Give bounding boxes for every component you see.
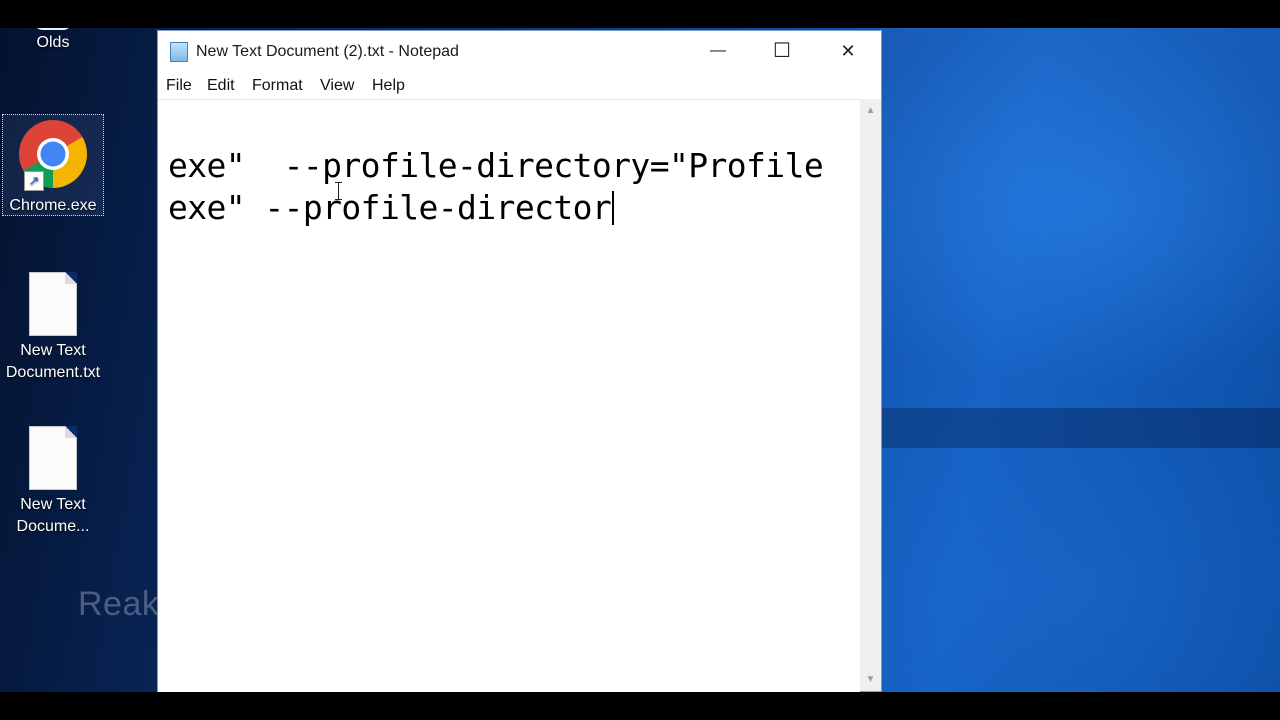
wallpaper-light-beam [880,28,1280,692]
menu-view[interactable]: View [320,77,354,95]
editor-line-text: exe" --profile-directory="Profile [168,146,824,185]
desktop-icon-label-line2: Document.txt [5,364,101,381]
desktop-icon-label-line1: New Text [20,342,86,359]
notepad-window[interactable]: New Text Document (2).txt - Notepad — ☐ … [157,30,882,692]
wallpaper-band [880,408,1280,448]
desktop-icon-label-line2: Docume... [16,518,90,535]
editor-line-text: exe" --profile-director [168,188,612,227]
vertical-scrollbar[interactable]: ▲ ▼ [860,99,881,691]
text-caret [612,191,615,225]
desktop-icon-new-text-document[interactable]: New Text Document.txt [3,272,103,384]
minimize-button[interactable]: — [686,31,750,71]
window-title: New Text Document (2).txt - Notepad [196,43,459,60]
text-file-icon [29,272,77,336]
ibeam-cursor-icon [335,182,342,200]
title-bar[interactable]: New Text Document (2).txt - Notepad — ☐ … [158,31,881,73]
menu-edit[interactable]: Edit [207,77,235,95]
menu-format[interactable]: Format [252,77,303,95]
close-button[interactable]: ✕ [816,31,880,71]
folder-icon [33,28,73,30]
desktop-icon-label: Chrome.exe [9,197,97,214]
editor-line: exe" --profile-director [168,188,615,227]
notepad-icon [170,42,188,62]
desktop-icon-label-line1: New Text [20,496,86,513]
text-file-icon [29,426,77,490]
menu-bar: File Edit Format View Help [158,75,881,99]
chrome-icon: ↗ [18,119,88,191]
scroll-up-arrow-icon[interactable]: ▲ [860,102,881,119]
desktop-icon-new-text-document-2[interactable]: New Text Docume... [3,426,103,538]
editor-line: exe" --profile-directory="Profile [168,146,824,185]
text-editor-area[interactable]: exe" --profile-directory="Profile exe" -… [158,99,860,692]
scroll-down-arrow-icon[interactable]: ▼ [860,671,881,688]
shortcut-arrow-icon: ↗ [24,171,44,191]
menu-file[interactable]: File [166,77,192,95]
menu-help[interactable]: Help [372,77,405,95]
desktop-icon-label: Olds [36,34,70,51]
desktop-icon-olds[interactable]: Olds [3,28,103,54]
desktop-icon-chrome[interactable]: ↗ Chrome.exe [2,114,104,216]
maximize-button[interactable]: ☐ [750,31,814,71]
